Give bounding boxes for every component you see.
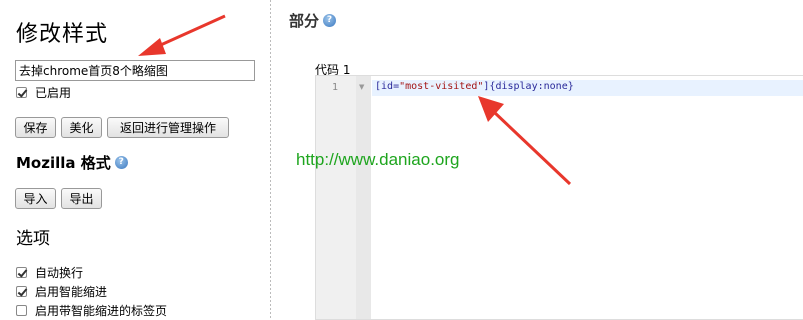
export-button[interactable]: 导出: [61, 188, 102, 209]
style-name-input[interactable]: [15, 60, 255, 81]
line-number: 1: [332, 82, 339, 93]
smart-indent-checkbox[interactable]: [16, 286, 27, 297]
code-token: id=: [381, 81, 400, 92]
word-wrap-checkbox[interactable]: [16, 267, 27, 278]
watermark-url: http://www.daniao.org: [296, 150, 460, 169]
mozilla-format-label: Mozilla 格式: [16, 154, 111, 172]
panel-divider: [270, 0, 271, 320]
section-heading: 部分 ?: [289, 10, 337, 31]
help-icon[interactable]: ?: [114, 156, 128, 169]
option-label: 启用智能缩进: [35, 285, 108, 299]
enabled-checkbox[interactable]: [16, 87, 27, 98]
section-title: 部分: [289, 12, 320, 30]
mozilla-format-heading: Mozilla 格式 ?: [16, 152, 128, 173]
page-title: 修改样式: [16, 22, 109, 47]
smart-indent-tabs-checkbox[interactable]: [16, 305, 27, 316]
beautify-button[interactable]: 美化: [61, 117, 102, 138]
options-heading: 选项: [16, 229, 50, 249]
back-to-manage-button[interactable]: 返回进行管理操作: [107, 117, 229, 138]
save-button[interactable]: 保存: [15, 117, 56, 138]
option-word-wrap[interactable]: 自动换行: [16, 264, 83, 281]
option-smart-indent-tabs[interactable]: 启用带智能缩进的标签页: [16, 302, 167, 319]
option-label: 自动换行: [35, 266, 84, 280]
option-label: 启用带智能缩进的标签页: [35, 304, 168, 318]
enabled-row[interactable]: 已启用: [16, 84, 71, 101]
red-arrow-icon: [478, 96, 572, 186]
red-arrow-icon: [138, 14, 226, 56]
fold-triangle-icon[interactable]: ▼: [359, 83, 364, 91]
import-button[interactable]: 导入: [15, 188, 56, 209]
option-smart-indent[interactable]: 启用智能缩进: [16, 283, 107, 300]
help-icon[interactable]: ?: [323, 14, 337, 27]
fold-gutter: [356, 76, 371, 319]
enabled-label: 已启用: [35, 86, 72, 100]
